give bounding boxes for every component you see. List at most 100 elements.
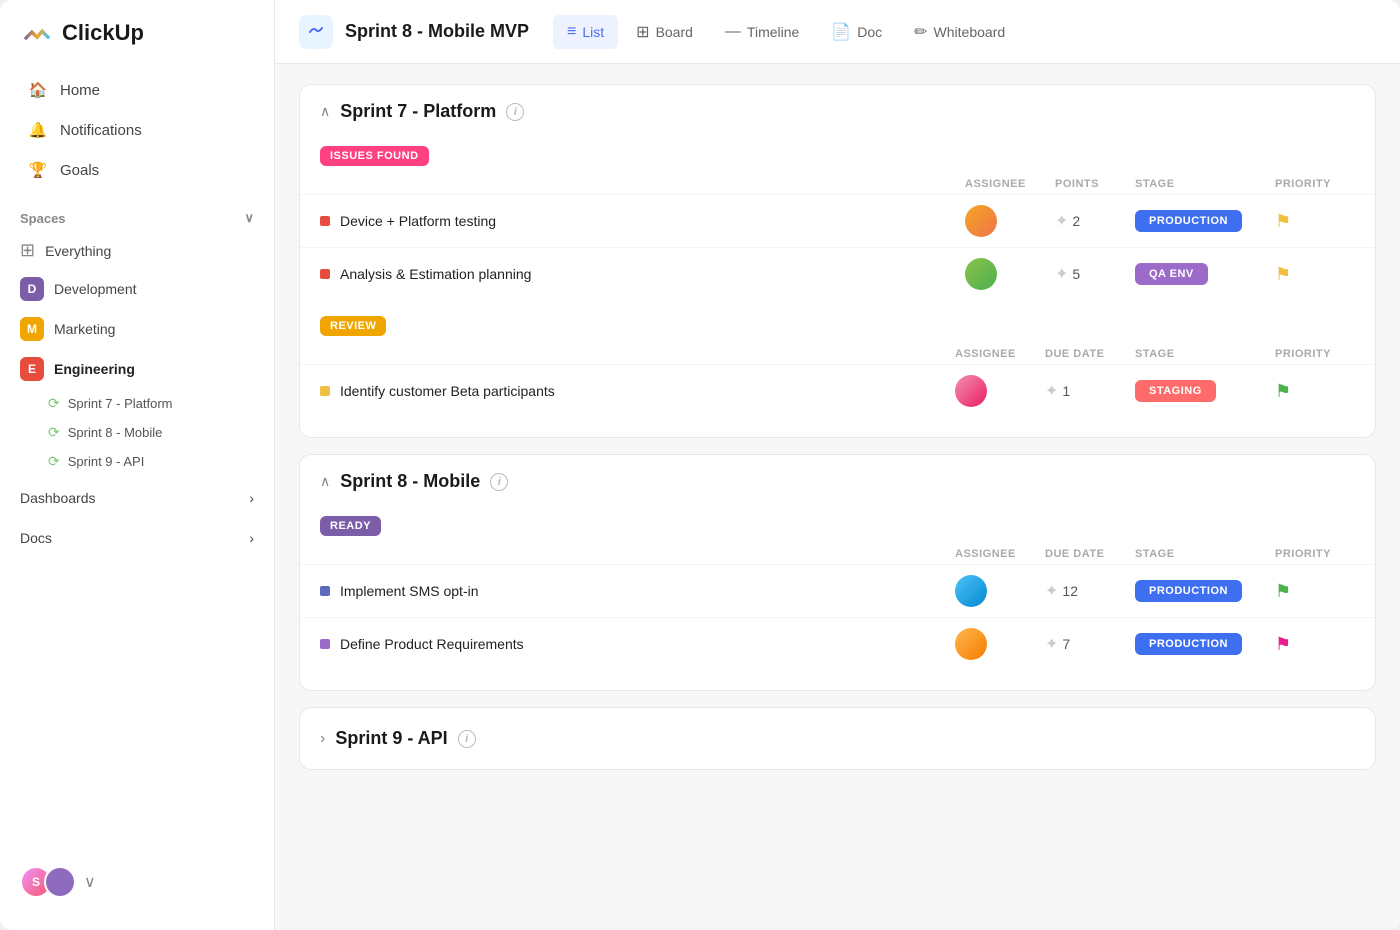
task-name-label-1: Device + Platform testing: [340, 213, 496, 229]
task-name-identify: Identify customer Beta participants: [320, 383, 955, 399]
task-name-product-req: Define Product Requirements: [320, 636, 955, 652]
list-tab-label: List: [582, 24, 604, 40]
stage-btn-4: PRODUCTION: [1135, 580, 1242, 602]
tab-whiteboard[interactable]: ✏ Whiteboard: [900, 14, 1019, 50]
th-assignee-1: ASSIGNEE: [965, 178, 1055, 190]
sprint-8-title: Sprint 8 - Mobile: [340, 471, 480, 492]
tab-timeline[interactable]: — Timeline: [711, 15, 813, 49]
home-icon: 🏠: [28, 80, 48, 100]
sidebar-item-engineering[interactable]: E Engineering: [0, 349, 274, 389]
sprint-icon-3: ⟳: [48, 453, 60, 470]
task-priority-4: ⚑: [1275, 581, 1355, 602]
review-group: REVIEW ASSIGNEE DUE DATE STAGE PRIORITY …: [300, 308, 1375, 417]
content-area: ∧ Sprint 7 - Platform i ISSUES FOUND ASS…: [275, 64, 1400, 930]
issues-found-badge-row: ISSUES FOUND: [300, 138, 1375, 174]
task-name-label-4: Implement SMS opt-in: [340, 583, 479, 599]
sidebar-item-docs[interactable]: Docs ›: [0, 520, 274, 556]
task-stage-4: PRODUCTION: [1135, 580, 1275, 602]
task-priority-5: ⚑: [1275, 634, 1355, 655]
task-assignee-5: [955, 628, 1045, 660]
spaces-header: Spaces ∨: [0, 198, 274, 232]
task-row[interactable]: Device + Platform testing ✦ 2 PRODUCTION: [300, 194, 1375, 247]
task-row[interactable]: Implement SMS opt-in ✦ 12 PRODUCTION: [300, 564, 1375, 617]
sprint-8-header[interactable]: ∧ Sprint 8 - Mobile i: [300, 455, 1375, 508]
page-title-area: Sprint 8 - Mobile MVP: [299, 15, 529, 49]
logo-text: ClickUp: [62, 20, 144, 46]
sidebar-bottom: S ∨: [0, 850, 274, 914]
ready-table-header: ASSIGNEE DUE DATE STAGE PRIORITY: [300, 544, 1375, 564]
board-tab-icon: ⊞: [636, 22, 649, 42]
task-row[interactable]: Define Product Requirements ✦ 7 PRODUCTI…: [300, 617, 1375, 670]
th-task-name-r: [320, 348, 955, 360]
task-stage-2: QA ENV: [1135, 263, 1275, 285]
sprint-9-expand-icon: ›: [320, 730, 325, 748]
ready-group: READY ASSIGNEE DUE DATE STAGE PRIORITY I…: [300, 508, 1375, 670]
sidebar-sprint-9[interactable]: ⟳ Sprint 9 - API: [0, 447, 274, 476]
sprint-7-content: ISSUES FOUND ASSIGNEE POINTS STAGE PRIOR…: [300, 138, 1375, 437]
spaces-label: Spaces: [20, 211, 66, 226]
stage-btn-2: QA ENV: [1135, 263, 1208, 285]
th-duedate-s8: DUE DATE: [1045, 548, 1135, 560]
sidebar-item-marketing[interactable]: M Marketing: [0, 309, 274, 349]
sidebar-item-development[interactable]: D Development: [0, 269, 274, 309]
task-name-device: Device + Platform testing: [320, 213, 965, 229]
task-points-1: ✦ 2: [1055, 211, 1135, 231]
task-dot-1: [320, 216, 330, 226]
stage-btn-3: STAGING: [1135, 380, 1216, 402]
board-tab-label: Board: [656, 24, 693, 40]
avatar-1: [965, 205, 997, 237]
sidebar-item-notifications[interactable]: 🔔 Notifications: [8, 110, 266, 150]
task-row[interactable]: Identify customer Beta participants ✦ 1 …: [300, 364, 1375, 417]
flag-icon-5: ⚑: [1275, 634, 1291, 655]
sprint-9-header[interactable]: › Sprint 9 - API i: [300, 708, 1375, 769]
flag-icon-4: ⚑: [1275, 581, 1291, 602]
star-icon-3: ✦: [1045, 381, 1058, 401]
task-assignee-1: [965, 205, 1055, 237]
main-area: Sprint 8 - Mobile MVP ≡ List ⊞ Board — T…: [275, 0, 1400, 930]
task-dot-5: [320, 639, 330, 649]
sprint-9-label: Sprint 9 - API: [68, 454, 145, 469]
th-points-1: POINTS: [1055, 178, 1135, 190]
task-row[interactable]: Analysis & Estimation planning ✦ 5 QA EN…: [300, 247, 1375, 300]
sidebar-item-dashboards[interactable]: Dashboards ›: [0, 480, 274, 516]
sprint-7-header[interactable]: ∧ Sprint 7 - Platform i: [300, 85, 1375, 138]
whiteboard-tab-label: Whiteboard: [934, 24, 1006, 40]
star-icon-1: ✦: [1055, 211, 1068, 231]
sprint-7-title: Sprint 7 - Platform: [340, 101, 496, 122]
points-value-1: 2: [1072, 213, 1080, 229]
ready-badge-row: READY: [300, 508, 1375, 544]
flag-icon-3: ⚑: [1275, 381, 1291, 402]
task-points-2: ✦ 5: [1055, 264, 1135, 284]
task-points-4: ✦ 12: [1045, 581, 1135, 601]
tab-doc[interactable]: 📄 Doc: [817, 14, 896, 50]
sidebar-sprint-7[interactable]: ⟳ Sprint 7 - Platform: [0, 389, 274, 418]
task-points-3: ✦ 1: [1045, 381, 1135, 401]
points-value-2: 5: [1072, 266, 1080, 282]
tab-list[interactable]: ≡ List: [553, 15, 618, 49]
sprint-7-collapse-icon: ∧: [320, 103, 330, 120]
user-chevron[interactable]: ∨: [84, 872, 96, 892]
sidebar-item-everything[interactable]: ⊞ Everything: [0, 232, 274, 269]
review-badge: REVIEW: [320, 316, 386, 336]
stage-btn-1: PRODUCTION: [1135, 210, 1242, 232]
development-label: Development: [54, 281, 137, 297]
flag-icon-1: ⚑: [1275, 211, 1291, 232]
sidebar-item-home[interactable]: 🏠 Home: [8, 70, 266, 110]
sidebar-sprint-8[interactable]: ⟳ Sprint 8 - Mobile: [0, 418, 274, 447]
th-duedate-r: DUE DATE: [1045, 348, 1135, 360]
logo-area: ClickUp: [0, 16, 274, 70]
avatar-2: [965, 258, 997, 290]
avatar-user-2: [44, 866, 76, 898]
spaces-chevron[interactable]: ∨: [244, 210, 254, 226]
everything-label: Everything: [45, 243, 111, 259]
timeline-tab-icon: —: [725, 23, 741, 41]
sidebar: ClickUp 🏠 Home 🔔 Notifications 🏆 Goals S…: [0, 0, 275, 930]
sprint-9-title: Sprint 9 - API: [335, 728, 447, 749]
sidebar-item-goals[interactable]: 🏆 Goals: [8, 150, 266, 190]
tab-board[interactable]: ⊞ Board: [622, 14, 707, 50]
task-name-label-3: Identify customer Beta participants: [340, 383, 555, 399]
docs-label: Docs: [20, 530, 52, 546]
doc-tab-icon: 📄: [831, 22, 851, 42]
bell-icon: 🔔: [28, 120, 48, 140]
task-assignee-4: [955, 575, 1045, 607]
